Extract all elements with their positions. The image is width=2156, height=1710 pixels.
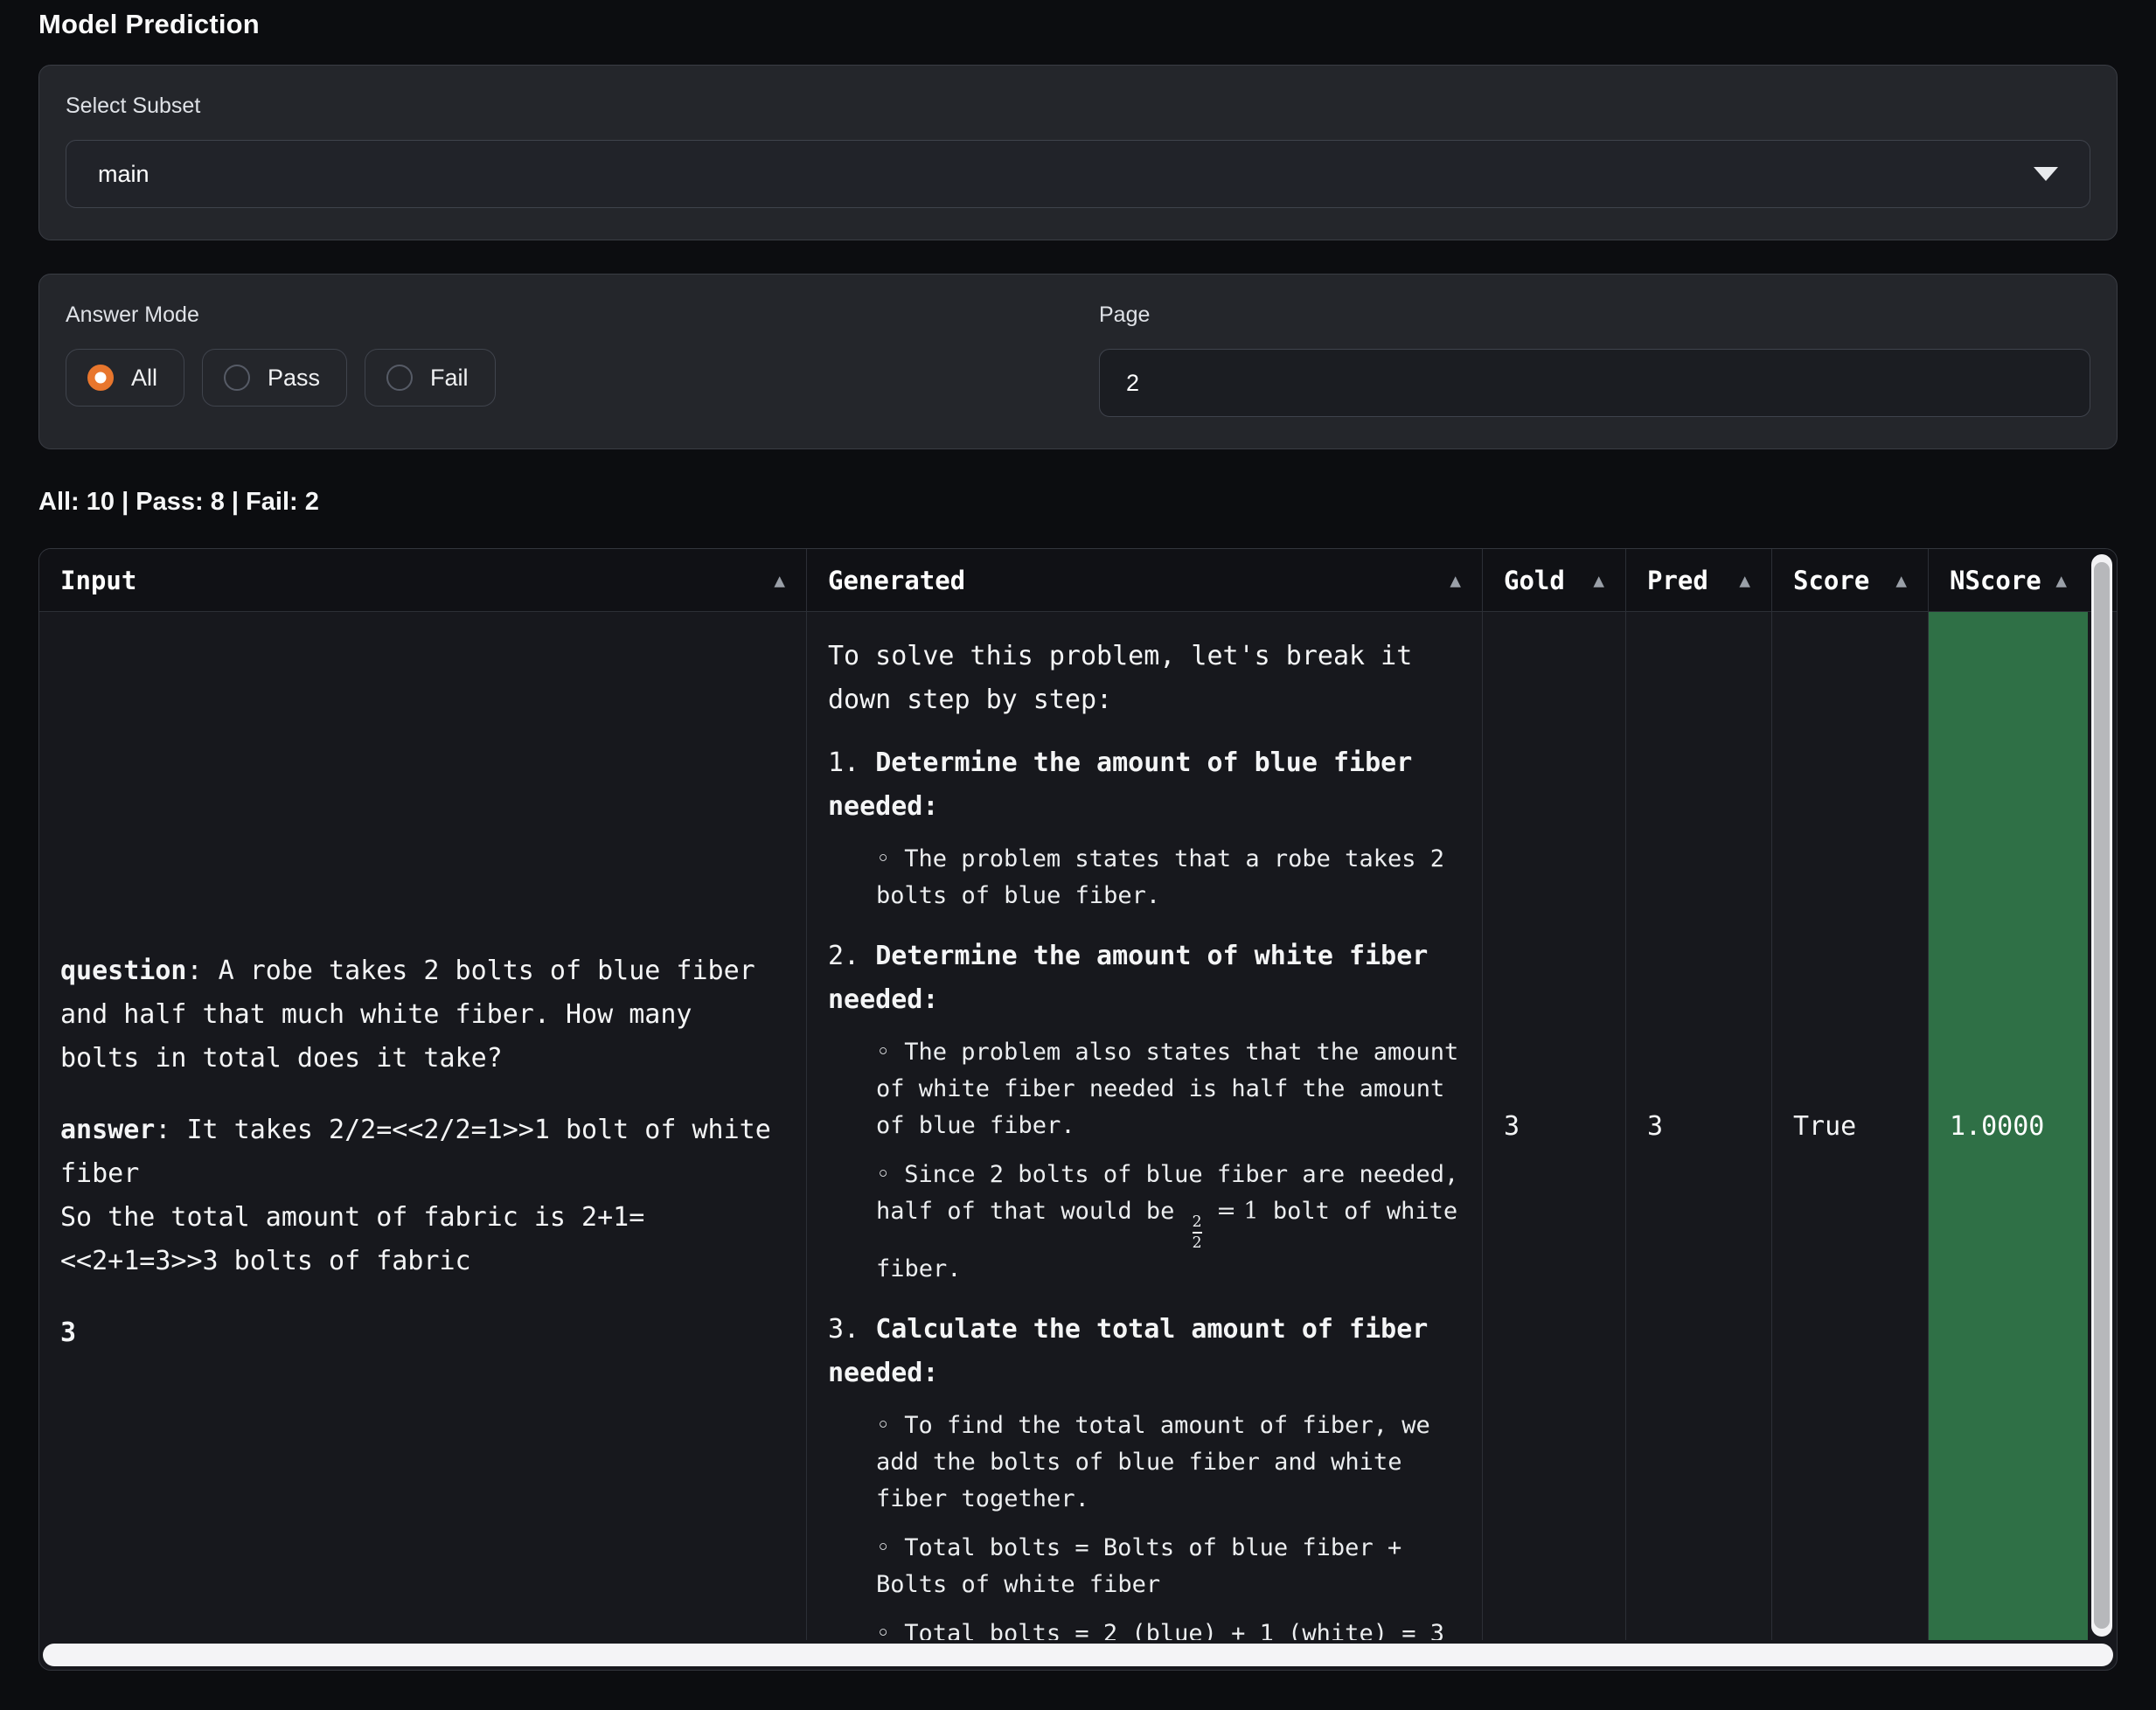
sort-arrow-icon: ▲ (2055, 570, 2067, 591)
answer-mode-label: Answer Mode (66, 302, 1057, 328)
header-generated[interactable]: Generated ▲ (807, 549, 1483, 611)
generated-step: 2. Determine the amount of white fiber n… (828, 935, 1461, 1289)
radio-label: Pass (268, 365, 320, 392)
radio-label: Fail (430, 365, 469, 392)
vertical-scrollbar-thumb[interactable] (2094, 562, 2110, 1629)
generated-bullet: ◦Total bolts = Bolts of blue fiber + Bol… (876, 1530, 1461, 1603)
bullet-icon: ◦ (876, 1534, 890, 1561)
sort-arrow-icon: ▲ (774, 570, 785, 591)
bullet-icon: ◦ (876, 1039, 890, 1066)
bullet-icon: ◦ (876, 1412, 890, 1439)
sort-arrow-icon: ▲ (1450, 570, 1461, 591)
generated-step: 3. Calculate the total amount of fiber n… (828, 1308, 1461, 1640)
score-value: True (1793, 1111, 1856, 1142)
chevron-down-icon (2034, 167, 2058, 181)
page-group: Page 2 (1099, 302, 2090, 417)
results-table: Input ▲ Generated ▲ Gold ▲ Pred ▲ Score … (38, 548, 2118, 1671)
generated-bullet: ◦The problem also states that the amount… (876, 1034, 1461, 1144)
gold-value: 3 (1504, 1111, 1520, 1142)
cell-gold: 3 (1483, 612, 1626, 1640)
header-pred[interactable]: Pred ▲ (1626, 549, 1772, 611)
page-number-input[interactable]: 2 (1099, 349, 2090, 417)
generated-step: 1. Determine the amount of blue fiber ne… (828, 741, 1461, 914)
radio-circle-icon (87, 365, 114, 391)
radio-option-fail[interactable]: Fail (365, 349, 496, 407)
subset-dropdown[interactable]: main (66, 140, 2090, 208)
table-header-row: Input ▲ Generated ▲ Gold ▲ Pred ▲ Score … (39, 549, 2117, 612)
radio-circle-icon (224, 365, 250, 391)
sort-arrow-icon: ▲ (1895, 570, 1907, 591)
vertical-scrollbar[interactable] (2091, 554, 2112, 1637)
header-label: NScore (1950, 566, 2041, 595)
generated-bullet: ◦To find the total amount of fiber, we a… (876, 1408, 1461, 1518)
radio-option-all[interactable]: All (66, 349, 184, 407)
input-paragraph: question: A robe takes 2 bolts of blue f… (60, 949, 785, 1081)
generated-bullet: ◦The problem states that a robe takes 2 … (876, 841, 1461, 914)
radio-label: All (131, 365, 157, 392)
header-label: Generated (828, 566, 965, 595)
bullet-icon: ◦ (876, 1161, 890, 1188)
page: Model Prediction Select Subset main Answ… (0, 0, 2156, 1671)
filters-panel: Answer Mode All Pass Fail Page 2 (38, 274, 2118, 449)
radio-circle-icon (386, 365, 413, 391)
bullet-icon: ◦ (876, 1620, 890, 1640)
generated-intro: To solve this problem, let's break it do… (828, 635, 1461, 722)
header-label: Score (1793, 566, 1869, 595)
header-label: Input (60, 566, 136, 595)
radio-option-pass[interactable]: Pass (202, 349, 347, 407)
page-label: Page (1099, 302, 2090, 328)
table-row: question: A robe takes 2 bolts of blue f… (39, 612, 2117, 1640)
pred-value: 3 (1647, 1111, 1663, 1142)
cell-generated: To solve this problem, let's break it do… (807, 612, 1483, 1640)
sort-arrow-icon: ▲ (1593, 570, 1604, 591)
generated-bullet: ◦Since 2 bolts of blue fiber are needed,… (876, 1157, 1461, 1288)
nscore-value: 1.0000 (1950, 1111, 2044, 1142)
header-input[interactable]: Input ▲ (39, 549, 807, 611)
cell-pred: 3 (1626, 612, 1772, 1640)
page-number-value: 2 (1126, 370, 1139, 397)
cell-score: True (1772, 612, 1929, 1640)
cell-nscore: 1.0000 (1929, 612, 2088, 1640)
cell-input: question: A robe takes 2 bolts of blue f… (39, 612, 807, 1640)
input-paragraph: 3 (60, 1311, 785, 1355)
generated-bullet: ◦Total bolts = 2 (blue) + 1 (white) = 3 … (876, 1616, 1461, 1640)
sort-arrow-icon: ▲ (1739, 570, 1750, 591)
stats-summary: All: 10 | Pass: 8 | Fail: 2 (38, 488, 2118, 517)
subset-dropdown-value: main (98, 161, 150, 188)
horizontal-scrollbar[interactable] (43, 1644, 2113, 1666)
subset-label: Select Subset (66, 94, 2090, 119)
header-score[interactable]: Score ▲ (1772, 549, 1929, 611)
header-gold[interactable]: Gold ▲ (1483, 549, 1626, 611)
page-title: Model Prediction (38, 9, 2118, 40)
answer-mode-radio-row: All Pass Fail (66, 349, 1057, 407)
subset-panel: Select Subset main (38, 65, 2118, 240)
answer-mode-group: Answer Mode All Pass Fail (66, 302, 1057, 417)
input-paragraph: answer: It takes 2/2=<<2/2=1>>1 bolt of … (60, 1109, 785, 1283)
header-nscore[interactable]: NScore ▲ (1929, 549, 2088, 611)
header-label: Pred (1647, 566, 1708, 595)
header-label: Gold (1504, 566, 1565, 595)
bullet-icon: ◦ (876, 845, 890, 872)
